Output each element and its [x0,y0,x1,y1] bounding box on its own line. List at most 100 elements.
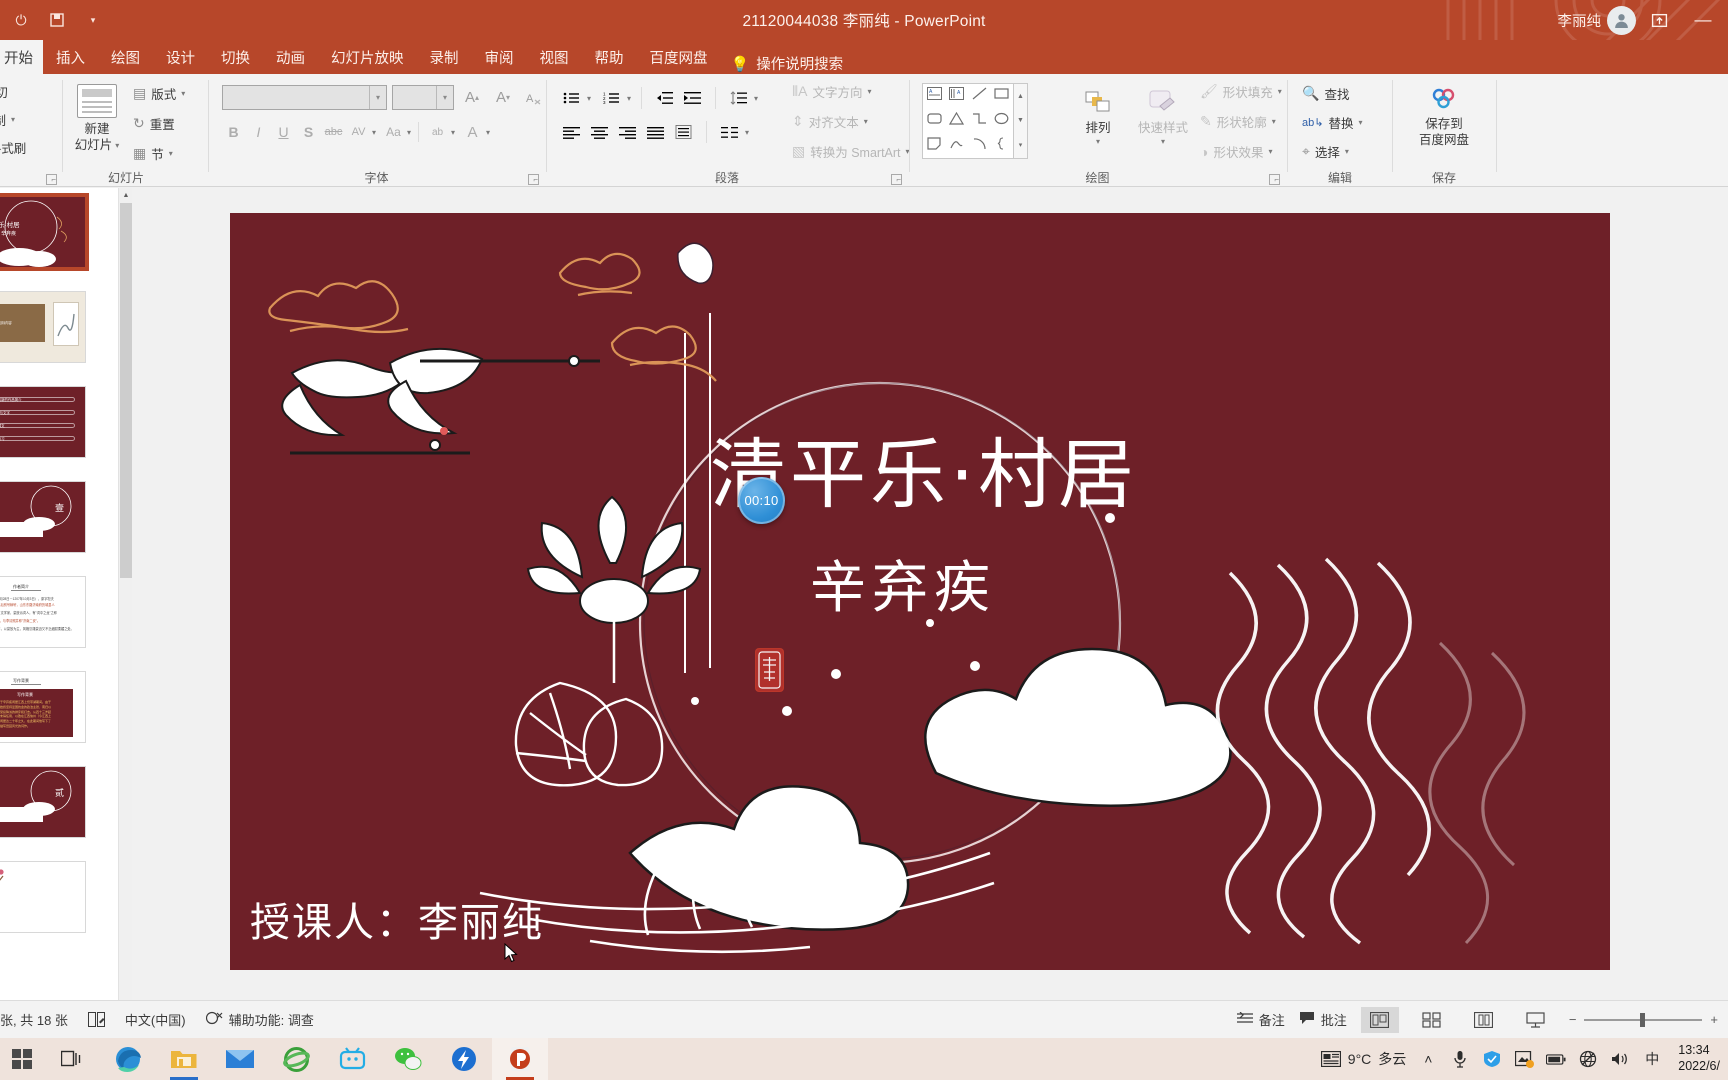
increase-font-size-button[interactable]: A ▴ [459,89,485,106]
task-view-button[interactable] [44,1038,100,1080]
decrease-indent-button[interactable] [652,86,677,110]
quick-styles-button[interactable]: 快速样式 ▾ [1132,90,1194,147]
tell-me-search[interactable]: 💡 操作说明搜索 [721,53,844,74]
screenshot-icon[interactable] [1514,1049,1534,1069]
chevron-down-icon[interactable]: ▾ [745,128,749,137]
slide-presenter-text[interactable]: 授课人：李丽纯 [250,890,544,948]
decrease-font-size-button[interactable]: A ▾ [490,89,516,106]
oval-shape-icon[interactable] [994,112,1009,130]
chevron-down-icon[interactable]: ▾ [181,89,185,98]
change-case-button[interactable]: Aa [382,120,405,144]
slideshow-button[interactable] [1517,1007,1555,1033]
comments-button[interactable]: 批注 [1299,1010,1347,1029]
select-button[interactable]: ⌖ 选择 ▾ [1302,142,1362,161]
tab-insert[interactable]: 插入 [43,40,98,74]
chevron-down-icon[interactable]: ▾ [1161,137,1165,146]
text-highlight-button[interactable]: ab [426,120,449,144]
bullets-button[interactable] [559,86,584,110]
slide-sorter-button[interactable] [1413,1007,1451,1033]
copy-button[interactable]: ⧉ 复制 ▾ [0,110,26,129]
align-left-button[interactable] [559,120,584,144]
elbow-connector-icon[interactable] [972,112,987,130]
shadow-button[interactable]: S [297,120,320,144]
zoom-slider[interactable]: − + [1569,1012,1718,1027]
zoom-out-button[interactable]: − [1569,1012,1577,1027]
slide-thumbnail-4[interactable]: 作者简介 壹 [0,481,86,553]
layout-button[interactable]: ▤ 版式 ▾ [133,84,185,103]
tab-help[interactable]: 帮助 [582,40,637,74]
chevron-down-icon[interactable]: ▾ [1268,147,1272,156]
scrollbar-thumb[interactable] [120,203,132,578]
chevron-down-icon[interactable]: ▾ [486,128,490,137]
arc-shape-icon[interactable] [972,137,987,155]
chevron-up-icon[interactable]: ▲ [1017,93,1024,100]
shape-effects-button[interactable]: ◑ 形状效果 ▾ [1200,142,1282,161]
chevron-down-icon[interactable]: ▾ [369,86,386,109]
shapes-gallery-scroll[interactable]: ▲ ▼ ▾ [1014,83,1028,159]
taskbar-bilibili[interactable] [324,1038,380,1080]
tab-view[interactable]: 视图 [527,40,582,74]
clipboard-dialog-launcher[interactable]: ⌐ [46,174,57,185]
align-text-button[interactable]: ⇕ 对齐文本 ▾ [792,112,910,131]
ime-chinese-icon[interactable]: 中 [1642,1049,1662,1069]
paragraph-dialog-launcher[interactable]: ⌐ [891,174,902,185]
increase-indent-button[interactable] [680,86,705,110]
arrange-button[interactable]: 排列 ▾ [1072,90,1124,147]
chevron-down-icon[interactable]: ▾ [451,128,455,137]
clock[interactable]: 13:34 2022/6/ [1674,1043,1720,1074]
weather-widget[interactable]: 9°C 多云 [1320,1049,1406,1069]
line-shape-icon[interactable] [972,87,987,105]
taskbar-file-explorer[interactable] [156,1038,212,1080]
font-dialog-launcher[interactable]: ⌐ [528,174,539,185]
taskbar-thunder[interactable] [436,1038,492,1080]
chevron-up-icon[interactable]: ▲ [119,188,133,203]
chevron-down-icon[interactable]: ▾ [754,94,758,103]
shape-outline-button[interactable]: ✎ 形状轮廓 ▾ [1200,112,1282,131]
chevron-down-icon[interactable]: ▾ [372,128,376,137]
tab-design[interactable]: 设计 [153,40,208,74]
new-slide-button[interactable]: 新建 幻灯片 ▾ [68,84,126,153]
tab-record[interactable]: 录制 [417,40,472,74]
language-status[interactable]: 中文(中国) [125,1010,186,1029]
chevron-down-icon[interactable]: ▾ [1278,87,1282,96]
text-box-shape-icon[interactable]: A [926,87,942,105]
line-spacing-button[interactable] [726,86,751,110]
replace-button[interactable]: ab↳ 替换 ▾ [1302,113,1362,132]
chevron-down-icon[interactable]: ▾ [627,94,631,103]
freeform-scribble-icon[interactable] [949,137,964,155]
chevron-down-icon[interactable]: ▾ [1272,117,1276,126]
font-name-input[interactable]: ▾ [222,85,387,110]
format-painter-button[interactable]: 🖌 格式刷 [0,138,26,157]
chevron-down-icon[interactable]: ▾ [1096,137,1100,146]
tab-animations[interactable]: 动画 [263,40,318,74]
folded-corner-shape-icon[interactable] [927,137,942,155]
curly-brace-shape-icon[interactable] [994,137,1009,155]
minimize-button[interactable]: — [1682,0,1724,40]
network-icon[interactable] [1578,1049,1598,1069]
columns-button[interactable] [717,120,742,144]
find-button[interactable]: 🔍 查找 [1302,84,1362,103]
taskbar-mail[interactable] [212,1038,268,1080]
font-size-input[interactable]: ▾ [392,85,454,110]
chevron-down-icon[interactable]: ▾ [587,94,591,103]
convert-to-smartart-button[interactable]: ▧ 转换为 SmartArt ▾ [792,142,910,161]
slide-thumbnail-3[interactable]: 与作者新的作品简介 认 识 与文字 朗读课文 课后练习 [0,386,86,458]
font-color-button[interactable]: A [461,120,484,144]
shield-icon[interactable] [1482,1049,1502,1069]
normal-view-button[interactable] [1360,1006,1399,1033]
justify-button[interactable] [643,120,668,144]
thumbnail-scrollbar[interactable]: ▲ [118,188,133,1000]
chevron-up-icon[interactable]: ˄ [1418,1049,1438,1069]
reset-button[interactable]: ↻ 重置 [133,114,185,133]
section-button[interactable]: ▦ 节 ▾ [133,144,185,163]
chevron-down-icon[interactable]: ▾ [864,117,868,126]
notes-page-icon[interactable] [87,1012,105,1027]
shape-fill-button[interactable]: 🖌 形状填充 ▾ [1200,82,1282,101]
taskbar-powerpoint[interactable] [492,1038,548,1080]
current-slide[interactable]: 清平乐·村居 辛弃疾 授课人：李丽纯 00:10 [230,213,1610,970]
shapes-gallery[interactable]: A A [922,83,1014,159]
tab-baidu-netdisk[interactable]: 百度网盘 [637,40,721,74]
slide-thumbnail-6[interactable]: 写作背景 写作背景 此词作于辛弃疾闲居江西上饶带湖期间。由于 辛弃疾始终坚持爱国… [0,671,86,743]
accessibility-status[interactable]: 辅助功能: 调查 [205,1010,314,1029]
chevron-down-icon[interactable]: ▾ [1358,118,1362,127]
